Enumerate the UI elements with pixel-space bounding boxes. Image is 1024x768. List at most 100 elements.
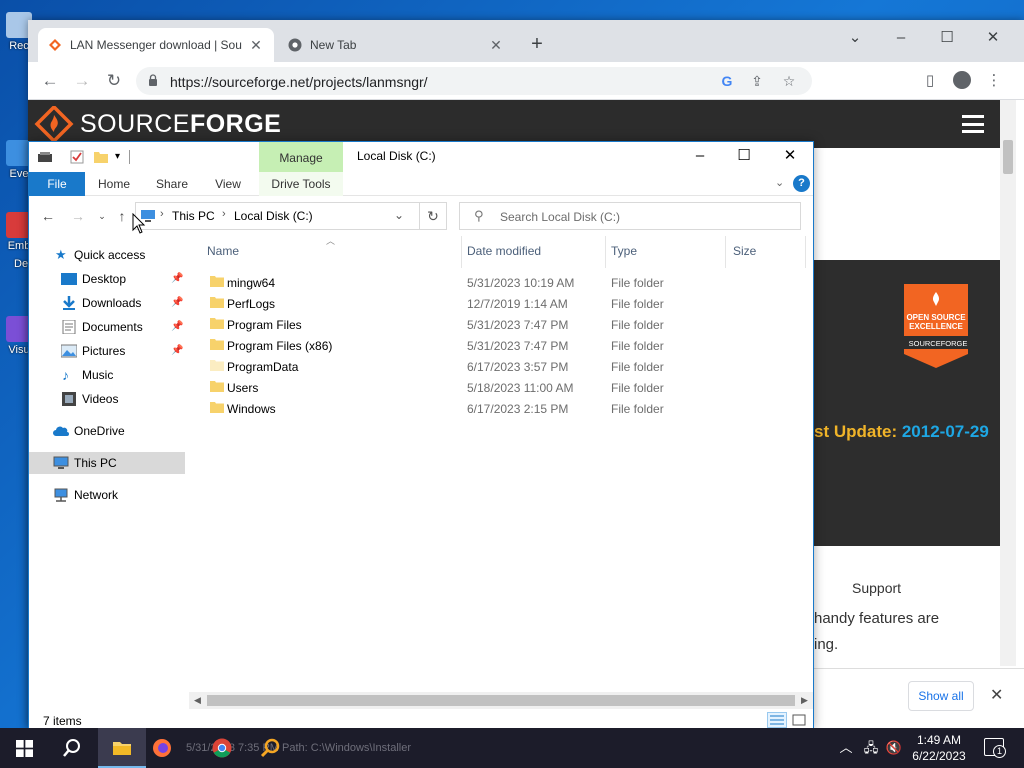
reload-button[interactable]: ↻ [102, 70, 126, 92]
bookmark-star-icon[interactable]: ☆ [780, 72, 798, 90]
side-panel-icon[interactable]: ▯ [920, 71, 940, 91]
pin-icon[interactable]: 📌 [171, 340, 183, 362]
column-divider[interactable] [725, 236, 726, 268]
nav-item-videos[interactable]: Videos [29, 388, 185, 410]
close-button[interactable]: ✕ [767, 142, 813, 172]
nav-item-documents[interactable]: Documents 📌 [29, 316, 185, 338]
nav-item-music[interactable]: ♪ Music [29, 364, 185, 386]
google-icon[interactable]: G [718, 72, 736, 90]
tab-new-tab[interactable]: New Tab ✕ [278, 28, 514, 62]
tab-share[interactable]: Share [149, 172, 195, 196]
maximize-button[interactable]: ☐ [932, 26, 962, 52]
close-button[interactable]: ✕ [978, 26, 1008, 52]
forward-button[interactable]: → [70, 70, 94, 92]
pin-icon[interactable]: 📌 [171, 292, 183, 314]
tab-sourceforge[interactable]: LAN Messenger download | Sou ✕ [38, 28, 274, 62]
search-button[interactable] [48, 728, 96, 768]
system-clock[interactable]: 1:49 AM 6/22/2023 [904, 732, 974, 764]
horizontal-scrollbar[interactable]: ◀ ▶ [189, 692, 813, 709]
breadcrumb-this-pc[interactable]: This PC [172, 209, 215, 223]
show-hidden-icons[interactable]: ︿ [836, 738, 856, 758]
checklist-icon[interactable] [69, 149, 85, 165]
computer-icon [53, 456, 69, 469]
properties-icon[interactable] [37, 149, 53, 165]
table-row[interactable]: mingw64 5/31/2023 10:19 AM File folder [205, 272, 805, 293]
address-bar[interactable]: https://sourceforge.net/projects/lanmsng… [136, 67, 812, 95]
details-view-button[interactable] [767, 712, 787, 728]
back-button[interactable]: ← [38, 70, 62, 92]
breadcrumb-local-disk[interactable]: Local Disk (C:) [234, 209, 313, 223]
table-row[interactable]: Users 5/18/2023 11:00 AM File folder [205, 377, 805, 398]
start-button[interactable] [0, 728, 48, 768]
nav-item-network[interactable]: Network [29, 484, 185, 506]
page-scrollbar[interactable] [1000, 100, 1016, 666]
taskbar: 5/31/2023 7:35 PM Path: C:\Windows\Insta… [0, 728, 1024, 768]
forward-button[interactable]: → [69, 206, 87, 226]
support-link[interactable]: Support [852, 580, 901, 596]
address-bar[interactable]: › This PC › Local Disk (C:) ⌄ [135, 202, 447, 230]
table-row[interactable]: Program Files 5/31/2023 7:47 PM File folde… [205, 314, 805, 335]
minimize-button[interactable]: – [886, 26, 916, 52]
show-all-button[interactable]: Show all [908, 681, 974, 711]
scrollbar-thumb[interactable] [1003, 140, 1013, 174]
tab-file[interactable]: File [29, 172, 85, 196]
sourceforge-wordmark[interactable]: SOURCEFORGE [80, 110, 281, 139]
tab-home[interactable]: Home [91, 172, 137, 196]
expand-ribbon-icon[interactable]: ⌄ [775, 176, 784, 189]
large-icons-view-button[interactable] [789, 712, 809, 728]
new-tab-button[interactable]: + [526, 34, 548, 56]
taskbar-search-tool[interactable] [246, 728, 294, 768]
back-button[interactable]: ← [39, 206, 57, 226]
pin-icon[interactable]: 📌 [171, 268, 183, 290]
scroll-left-icon[interactable]: ◀ [189, 692, 206, 709]
pin-icon[interactable]: 📌 [171, 316, 183, 338]
new-folder-icon[interactable] [93, 149, 109, 165]
table-row[interactable]: PerfLogs 12/7/2019 1:14 AM File folder [205, 293, 805, 314]
share-icon[interactable]: ⇪ [748, 72, 766, 90]
tab-close-icon[interactable]: ✕ [248, 37, 264, 54]
scrollbar-thumb[interactable] [207, 695, 795, 706]
taskbar-file-explorer[interactable] [98, 728, 146, 768]
column-header-type[interactable]: Type [611, 244, 637, 258]
up-button[interactable]: ↑ [113, 206, 131, 226]
tab-search-button[interactable]: ⌄ [840, 26, 870, 52]
volume-muted-icon[interactable]: 🔇 [884, 738, 904, 758]
nav-item-onedrive[interactable]: OneDrive [29, 420, 185, 442]
maximize-button[interactable]: ☐ [721, 142, 767, 172]
column-divider[interactable] [461, 236, 462, 268]
table-row[interactable]: Program Files (x86) 5/31/2023 7:47 PM File… [205, 335, 805, 356]
nav-item-quick-access[interactable]: ★ Quick access [29, 244, 185, 266]
menu-icon[interactable]: ⋮ [984, 71, 1004, 91]
tab-close-icon[interactable]: ✕ [488, 37, 504, 54]
scroll-right-icon[interactable]: ▶ [796, 692, 813, 709]
column-header-date[interactable]: Date modified [467, 244, 541, 258]
column-header-size[interactable]: Size [733, 244, 756, 258]
sourceforge-logo-icon[interactable] [34, 106, 74, 142]
help-icon[interactable]: ? [793, 175, 810, 192]
recent-locations-icon[interactable]: ⌄ [93, 206, 111, 226]
chevron-down-icon[interactable]: ⌄ [394, 208, 404, 222]
refresh-button[interactable]: ↻ [419, 202, 447, 230]
taskbar-chrome[interactable] [198, 728, 246, 768]
tab-drive-tools[interactable]: Drive Tools [259, 172, 343, 196]
hamburger-menu-icon[interactable] [962, 115, 984, 133]
taskbar-firefox[interactable] [148, 728, 178, 768]
nav-item-desktop[interactable]: Desktop 📌 [29, 268, 185, 290]
nav-item-pictures[interactable]: Pictures 📌 [29, 340, 185, 362]
nav-label: Network [74, 488, 119, 502]
network-tray-icon[interactable]: 🖧 [860, 738, 882, 758]
nav-item-downloads[interactable]: Downloads 📌 [29, 292, 185, 314]
tab-view[interactable]: View [207, 172, 249, 196]
close-download-bar-icon[interactable]: ✕ [990, 685, 1003, 705]
minimize-button[interactable]: – [677, 142, 723, 172]
column-header-name[interactable]: Name [207, 244, 239, 258]
profile-avatar-icon[interactable] [952, 71, 972, 91]
notification-center-icon[interactable]: 1 [984, 738, 1006, 758]
column-divider[interactable] [805, 236, 806, 268]
nav-item-this-pc[interactable]: This PC [29, 452, 185, 474]
table-row[interactable]: ProgramData 6/17/2023 3:57 PM File folder [205, 356, 805, 377]
search-input[interactable]: ⚲ Search Local Disk (C:) [459, 202, 801, 230]
column-divider[interactable] [605, 236, 606, 268]
manage-tab[interactable]: Manage [259, 142, 343, 172]
table-row[interactable]: Windows 6/17/2023 2:15 PM File folder [205, 398, 805, 419]
